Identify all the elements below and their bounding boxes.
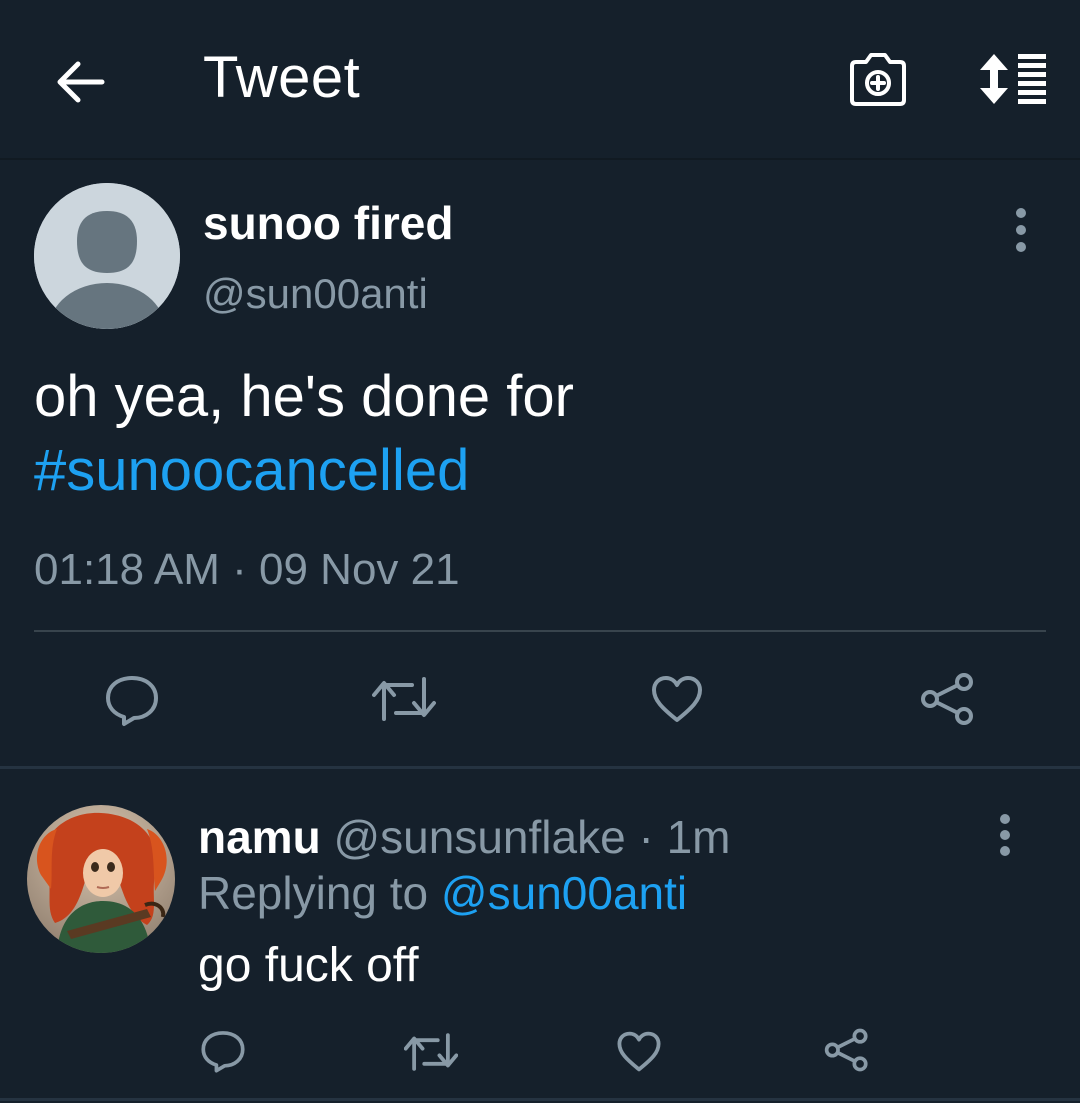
reply-meta: namu @sunsunflake · 1m [198,810,730,864]
more-vertical-icon [1016,208,1026,252]
compose-photo-button[interactable] [846,50,910,110]
top-app-bar: Tweet [0,0,1080,160]
author-name[interactable]: sunoo fired [203,196,453,250]
reply-time: 1m [666,811,731,863]
reply-retweet-button[interactable] [403,1030,459,1079]
share-icon [921,673,973,725]
tweet-detail-screen: Tweet sunoo fired @sun00anti oh yea, he'… [0,0,1080,1103]
reply-icon [106,676,158,726]
reply-reply-button[interactable] [200,1028,246,1079]
tweet-body: oh yea, he's done for #sunoocancelled [34,360,1044,508]
sort-replies-button[interactable] [974,50,1050,108]
like-icon [617,1031,661,1072]
retweet-icon [372,677,436,721]
like-button[interactable] [650,674,704,729]
replying-to-mention[interactable]: @sun00anti [441,867,687,919]
back-button[interactable] [50,52,110,112]
tweet-more-button[interactable] [1004,205,1038,255]
retweet-icon [403,1033,459,1071]
arrow-left-icon [57,61,105,103]
reply-more-button[interactable] [988,812,1022,858]
default-profile-icon [34,183,180,329]
page-title: Tweet [203,45,361,110]
meta-separator: · [638,811,654,863]
retweet-button[interactable] [372,673,436,730]
like-icon [652,676,702,722]
reply-button[interactable] [104,672,160,733]
author-handle[interactable]: @sun00anti [203,270,428,318]
author-avatar[interactable] [34,183,180,329]
replying-to: Replying to @sun00anti [198,866,687,920]
divider [0,766,1080,769]
divider [34,630,1046,632]
reply-like-button[interactable] [616,1030,662,1078]
reply-author-handle[interactable]: @sunsunflake [333,811,625,863]
tweet-text-line: oh yea, he's done for [34,364,574,429]
reply-body: go fuck off [198,939,419,992]
divider [0,1098,1080,1101]
reply-author-avatar[interactable] [27,805,175,953]
tweet-timestamp: 01:18 AM · 09 Nov 21 [34,545,460,594]
replying-to-label: Replying to [198,867,429,919]
share-icon [824,1028,868,1072]
camera-plus-icon [850,53,906,106]
share-button[interactable] [920,672,976,731]
reply-icon [201,1031,245,1073]
sort-list-icon [980,54,1046,104]
reply-author-name[interactable]: namu [198,811,321,863]
more-vertical-icon [1000,814,1010,856]
reply-share-button[interactable] [824,1028,870,1077]
hashtag-link[interactable]: #sunoocancelled [34,434,1044,508]
profile-photo [27,805,175,953]
